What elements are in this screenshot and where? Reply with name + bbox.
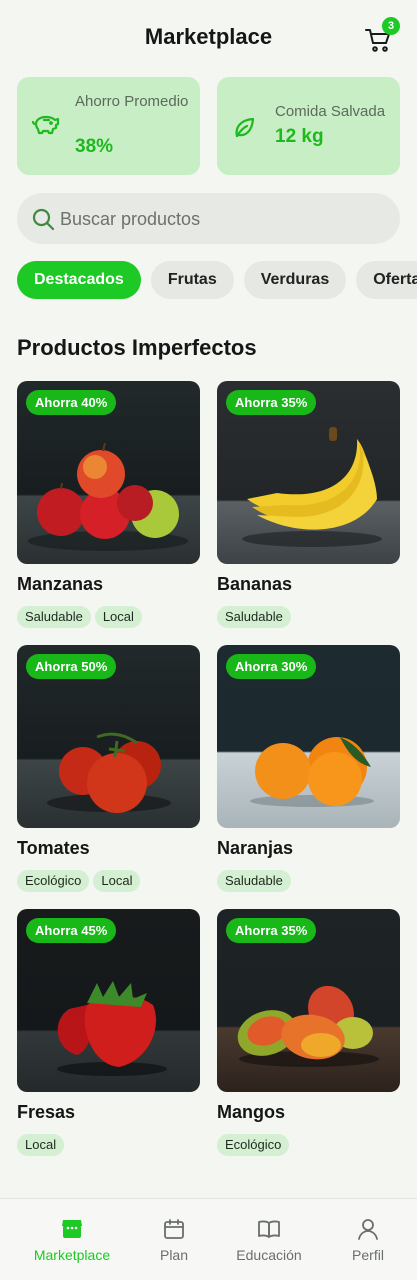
product-card-mangos[interactable]: Ahorra 35% Mangos Ecológico: [217, 909, 400, 1156]
book-icon: [258, 1220, 280, 1238]
product-tag: Local: [93, 870, 141, 892]
search-icon: [32, 208, 55, 231]
product-card-manzanas[interactable]: Ahorra 40% Manzanas Saludable Local: [17, 381, 200, 628]
nav-item-educacion[interactable]: Educación: [226, 1199, 312, 1280]
product-tags: Saludable Local: [17, 606, 146, 628]
chip-frutas[interactable]: Frutas: [150, 261, 234, 299]
stat-card-food-saved: Comida Salvada 12 kg: [217, 77, 400, 175]
search-bar[interactable]: [17, 193, 400, 244]
nav-label: Plan: [159, 1247, 189, 1263]
nav-label: Marketplace: [33, 1247, 111, 1263]
nav-item-perfil[interactable]: Perfil: [334, 1199, 402, 1280]
product-card-naranjas[interactable]: Ahorra 30% Naranjas Saludable: [217, 645, 400, 892]
user-icon: [358, 1219, 378, 1240]
discount-badge: Ahorra 45%: [26, 918, 117, 943]
product-tag: Saludable: [17, 606, 91, 628]
discount-badge: Ahorra 35%: [226, 390, 317, 415]
product-tags: Saludable: [217, 606, 295, 628]
stat-label: Comida Salvada: [275, 103, 386, 120]
category-chips: DestacadosFrutasVerdurasOfertas: [17, 261, 417, 299]
marketplace-screen: Marketplace 3 Ahorro Promedio 38% Comida…: [0, 0, 417, 1280]
product-name: Naranjas: [217, 838, 294, 858]
product-tag: Local: [17, 1134, 65, 1156]
page-title: Marketplace: [144, 24, 273, 49]
product-tag: Saludable: [217, 606, 291, 628]
product-name: Mangos: [217, 1102, 286, 1122]
product-tag: Ecológico: [217, 1134, 290, 1156]
stat-label: Ahorro Promedio: [75, 93, 189, 110]
product-tags: Ecológico Local: [17, 870, 144, 892]
store-icon: [62, 1220, 82, 1238]
product-name: Tomates: [17, 838, 90, 858]
product-card-bananas[interactable]: Ahorra 35% Bananas Saludable: [217, 381, 400, 628]
discount-badge: Ahorra 30%: [226, 654, 317, 679]
product-tags: Ecológico: [217, 1134, 293, 1156]
nav-label: Perfil: [352, 1247, 384, 1263]
stat-card-savings: Ahorro Promedio 38%: [17, 77, 200, 175]
product-tag: Saludable: [217, 870, 291, 892]
product-card-fresas[interactable]: Ahorra 45% Fresas Local: [17, 909, 200, 1156]
product-tags: Saludable: [217, 870, 295, 892]
product-name: Manzanas: [17, 574, 104, 594]
discount-badge: Ahorra 40%: [26, 390, 117, 415]
nav-label: Educación: [236, 1247, 302, 1263]
search-input[interactable]: [60, 201, 380, 237]
piggy-bank-icon: [31, 115, 60, 135]
section-title: Productos Imperfectos: [17, 335, 257, 360]
cart-button[interactable]: 3: [364, 17, 400, 54]
stat-value: 38%: [75, 136, 114, 157]
bottom-navigation: Marketplace Plan Educación Perfil: [0, 1198, 417, 1280]
discount-badge: Ahorra 50%: [26, 654, 117, 679]
chip-destacados[interactable]: Destacados: [17, 261, 141, 299]
header: Marketplace 3: [0, 0, 417, 76]
product-tag: Ecológico: [17, 870, 90, 892]
leaf-icon: [235, 117, 255, 138]
stat-value: 12 kg: [275, 126, 324, 147]
product-name: Fresas: [17, 1102, 76, 1122]
chip-ofertas[interactable]: Ofertas: [356, 261, 417, 299]
nav-item-marketplace[interactable]: Marketplace: [20, 1199, 124, 1280]
cart-count-badge: 3: [382, 17, 400, 35]
product-tag: Local: [94, 606, 142, 628]
discount-badge: Ahorra 35%: [226, 918, 317, 943]
calendar-icon: [164, 1219, 184, 1239]
product-card-tomates[interactable]: Ahorra 50% Tomates Ecológico Local: [17, 645, 200, 892]
product-tags: Local: [17, 1134, 68, 1156]
nav-item-plan[interactable]: Plan: [140, 1199, 208, 1280]
chip-verduras[interactable]: Verduras: [243, 261, 347, 299]
product-name: Bananas: [217, 574, 293, 594]
